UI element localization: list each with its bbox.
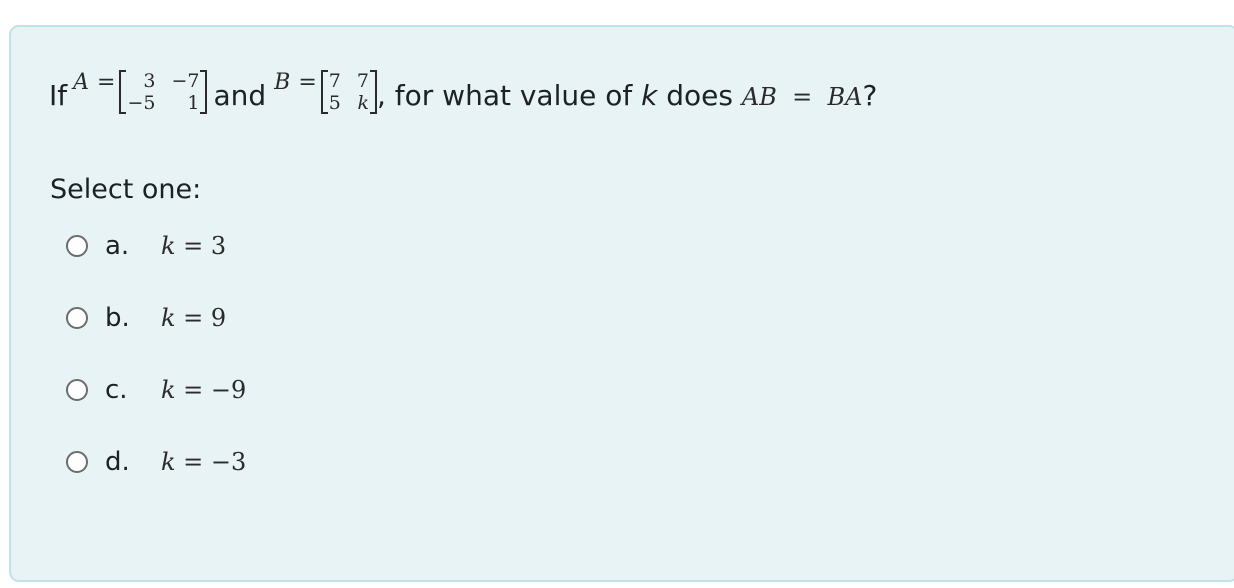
matrix-a-cell: −5	[127, 92, 156, 114]
option-d[interactable]: d. k = −3	[66, 442, 246, 482]
equals-sign: =	[97, 69, 116, 95]
option-letter: c.	[105, 375, 128, 405]
matrix-b-label: B	[274, 69, 291, 95]
option-letter: b.	[105, 303, 130, 333]
option-expression: = 9	[175, 304, 227, 332]
question-tail-text: does	[657, 79, 742, 112]
option-letter: a.	[105, 231, 130, 261]
matrix-a-label: A	[73, 69, 90, 95]
option-expression: = −3	[175, 448, 247, 476]
option-answer: k = −3	[161, 448, 246, 476]
radio-button[interactable]	[66, 379, 88, 401]
matrix-b: 7 7 5 k	[320, 70, 377, 114]
matrix-a-definition: A = 3 −7 −5 1	[73, 69, 208, 114]
matrix-a: 3 −7 −5 1	[119, 70, 208, 114]
option-answer: k = 9	[161, 304, 226, 332]
radio-button[interactable]	[66, 235, 88, 257]
commutativity-condition: AB = BA	[741, 83, 863, 111]
option-letter: d.	[105, 447, 130, 477]
option-b[interactable]: b. k = 9	[66, 298, 226, 338]
variable-k: k	[357, 92, 369, 114]
matrix-b-cell: 7	[328, 70, 341, 92]
question-middle: , for what value of k does AB = BA?	[377, 82, 877, 124]
variable-k: k	[161, 376, 176, 404]
option-a[interactable]: a. k = 3	[66, 226, 226, 266]
option-c[interactable]: c. k = −9	[66, 370, 246, 410]
variable-k: k	[161, 304, 176, 332]
conjunction: and	[213, 79, 267, 112]
option-expression: = −9	[175, 376, 247, 404]
question-prefix: If	[49, 79, 68, 112]
matrix-a-cell: −7	[171, 70, 200, 92]
matrix-b-cell: k	[357, 92, 369, 114]
select-one-prompt: Select one:	[50, 174, 202, 205]
option-answer: k = 3	[161, 232, 226, 260]
radio-button[interactable]	[66, 307, 88, 329]
radio-button[interactable]	[66, 451, 88, 473]
matrix-b-cell: 7	[356, 70, 369, 92]
option-answer: k = −9	[161, 376, 246, 404]
variable-k: k	[161, 448, 176, 476]
variable-k: k	[641, 79, 658, 112]
variable-k: k	[161, 232, 176, 260]
question-middle-text: , for what value of	[376, 79, 642, 112]
matrix-a-cell: 3	[143, 70, 156, 92]
question-text: If A = 3 −7 −5 1 and B = 7 7 5 k , for w…	[49, 44, 877, 124]
matrix-b-definition: B = 7 7 5 k	[274, 70, 377, 114]
question-end: ?	[862, 79, 878, 112]
equals-sign: =	[298, 69, 317, 95]
matrix-a-cell: 1	[187, 92, 200, 114]
matrix-b-cell: 5	[328, 92, 341, 114]
option-expression: = 3	[175, 232, 227, 260]
